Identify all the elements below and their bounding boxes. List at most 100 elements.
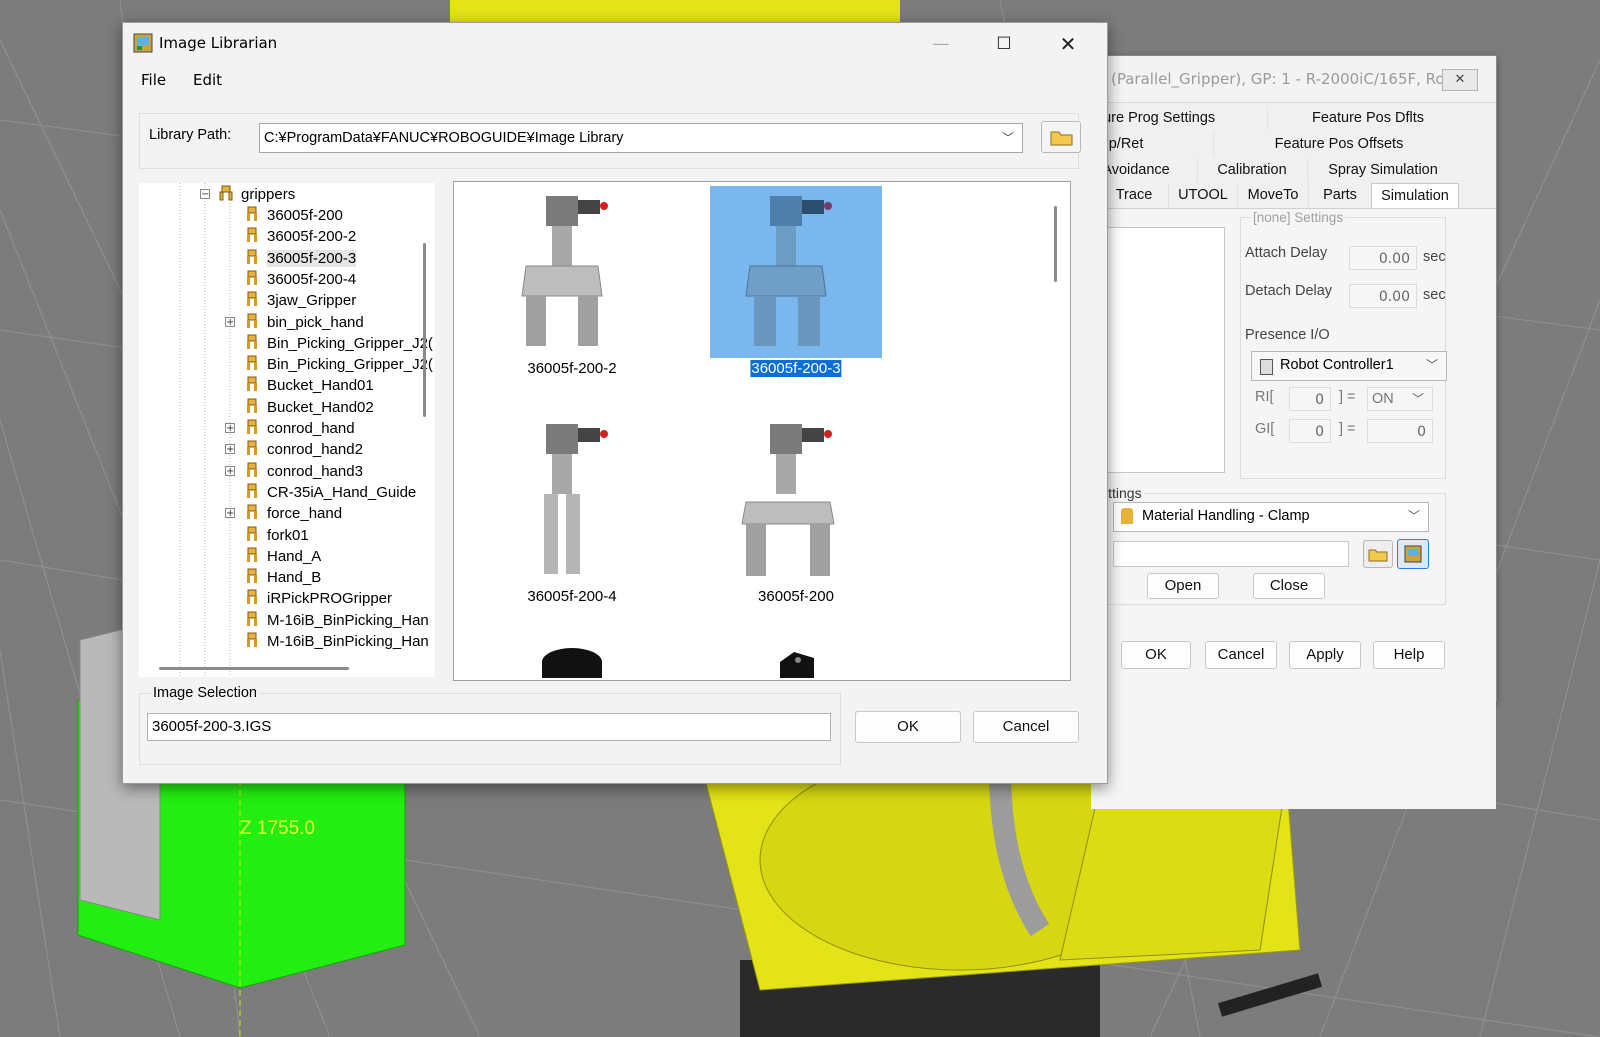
thumbnail-36005f-200-4[interactable] <box>486 414 658 586</box>
tab-simulation[interactable]: Simulation <box>1371 183 1459 208</box>
thumbnail-next-row-1[interactable] <box>486 642 658 680</box>
thumbnail-next-row-2[interactable] <box>710 642 882 680</box>
ri-index-field[interactable]: 0 <box>1289 387 1331 411</box>
tree-vscroll[interactable] <box>423 243 426 417</box>
props-title-bar[interactable]: (Parallel_Gripper), GP: 1 - R-2000iC/165… <box>1091 56 1496 103</box>
gripper-icon <box>243 588 261 606</box>
librarian-title-bar[interactable]: Image Librarian — ☐ ✕ <box>123 23 1107 65</box>
tool-properties-dialog: (Parallel_Gripper), GP: 1 - R-2000iC/165… <box>1081 55 1497 809</box>
thumbnail-36005f-200-2[interactable] <box>486 186 658 358</box>
browse-folder-button[interactable] <box>1041 121 1081 153</box>
function-select[interactable]: Material Handling - Clamp ﹀ <box>1113 502 1429 532</box>
cancel-button[interactable]: Cancel <box>973 711 1079 743</box>
tree-item[interactable]: bin_pick_hand <box>243 312 364 332</box>
tree-item[interactable]: Bucket_Hand02 <box>243 397 374 417</box>
detach-delay-field[interactable]: 0.00 <box>1349 284 1417 308</box>
expand-icon[interactable]: + <box>225 316 235 327</box>
open-button[interactable]: Open <box>1147 573 1219 599</box>
thumbnail-label[interactable]: 36005f-200-4 <box>527 588 616 605</box>
tab-feature-pos-offsets[interactable]: Feature Pos Offsets <box>1213 132 1464 156</box>
gi-index-field[interactable]: 0 <box>1289 419 1331 443</box>
ri-equals: ] = <box>1339 389 1356 405</box>
thumbnail-label-selected[interactable]: 36005f-200-3 <box>749 359 843 378</box>
tree-item[interactable]: Hand_A <box>243 546 321 566</box>
ok-button[interactable]: OK <box>855 711 961 743</box>
tree-item[interactable]: Bin_Picking_Gripper_J2( <box>243 354 433 374</box>
close-button[interactable]: Close <box>1253 573 1325 599</box>
tree-item[interactable]: M-16iB_BinPicking_Han <box>243 631 429 651</box>
tab-feature-pos-dflts[interactable]: Feature Pos Dflts <box>1267 106 1468 130</box>
gripper-icon <box>243 482 261 500</box>
tree-item[interactable]: Bucket_Hand01 <box>243 375 374 395</box>
tree-root-grippers[interactable]: grippers <box>217 184 295 204</box>
tree-item[interactable]: iRPickPROGripper <box>243 588 392 608</box>
tree-item-label: M-16iB_BinPicking_Han <box>267 633 429 650</box>
cancel-button[interactable]: Cancel <box>1205 641 1277 669</box>
expand-icon[interactable]: + <box>225 465 235 476</box>
presence-controller-select[interactable]: Robot Controller1 ﹀ <box>1251 351 1447 381</box>
gripper-icon <box>243 375 261 393</box>
minimize-icon[interactable]: — <box>918 29 964 59</box>
gallery-vscroll[interactable] <box>1054 206 1057 282</box>
tree-item[interactable]: fork01 <box>243 525 309 545</box>
expand-icon[interactable]: + <box>225 508 235 519</box>
close-icon[interactable]: ✕ <box>1442 69 1478 91</box>
gi-value-field[interactable]: 0 <box>1367 419 1433 443</box>
tab-row-2: App/Ret Feature Pos Offsets <box>1091 132 1496 156</box>
ok-button[interactable]: OK <box>1121 641 1191 669</box>
ri-value-select[interactable]: ON ﹀ <box>1367 387 1433 411</box>
thumbnail-36005f-200-3[interactable] <box>710 186 882 358</box>
tab-calibration[interactable]: Calibration <box>1197 158 1306 182</box>
expand-icon[interactable]: + <box>225 444 235 455</box>
help-button[interactable]: Help <box>1373 641 1445 669</box>
apply-button[interactable]: Apply <box>1289 641 1361 669</box>
tab-utool[interactable]: UTOOL <box>1168 183 1237 207</box>
tree-item[interactable]: 36005f-200-2 <box>243 226 356 246</box>
expand-icon[interactable]: + <box>225 423 235 434</box>
tree-item[interactable]: M-16iB_BinPicking_Han <box>243 610 429 630</box>
tree-item[interactable]: conrod_hand2 <box>243 439 363 459</box>
close-icon[interactable]: ✕ <box>1045 29 1091 59</box>
tree-hscroll[interactable] <box>159 667 349 670</box>
browse-folder-button[interactable] <box>1363 540 1393 568</box>
tree-item-label: Bucket_Hand02 <box>267 398 374 416</box>
tree-item[interactable]: CR-35iA_Hand_Guide <box>243 482 416 502</box>
thumbnail-label[interactable]: 36005f-200-2 <box>527 360 616 377</box>
gripper-icon <box>243 461 261 479</box>
image-library-button[interactable] <box>1397 539 1429 569</box>
tree-item[interactable]: Bin_Picking_Gripper_J2( <box>243 333 433 353</box>
gripper-icon <box>243 610 261 628</box>
library-path-select[interactable]: C:¥ProgramData¥FANUC¥ROBOGUIDE¥Image Lib… <box>259 123 1023 153</box>
tree-item[interactable]: force_hand <box>243 503 342 523</box>
tree-root-label: grippers <box>241 186 296 203</box>
tab-spray-simulation[interactable]: Spray Simulation <box>1307 158 1458 182</box>
thumbnail-36005f-200[interactable] <box>710 414 882 586</box>
gripper-icon <box>243 439 261 457</box>
cad-file-field[interactable] <box>1113 541 1349 567</box>
tree-item[interactable]: 36005f-200-4 <box>243 269 356 289</box>
thumbnail-label[interactable]: 36005f-200 <box>758 588 834 605</box>
tab-trace[interactable]: Trace <box>1099 183 1168 207</box>
attach-delay-field[interactable]: 0.00 <box>1349 246 1417 270</box>
collapse-icon[interactable]: − <box>200 189 210 200</box>
tree-item[interactable]: conrod_hand <box>243 418 355 438</box>
tree-item-label: iRPickPROGripper <box>267 590 393 608</box>
library-tree[interactable]: − grippers 36005f-200 36005f-200-2 36005f-… <box>139 183 435 677</box>
menu-file[interactable]: File <box>141 71 166 89</box>
tab-parts[interactable]: Parts <box>1308 183 1371 207</box>
image-library-icon <box>1404 545 1422 563</box>
tab-feature-prog-settings[interactable]: ature Prog Settings <box>1091 106 1266 130</box>
gripper-icon <box>243 333 261 351</box>
gripper-icon <box>243 525 261 543</box>
image-gallery[interactable]: 36005f-200-2 36005f-200-3 36005f-200-4 3… <box>453 181 1071 681</box>
tab-app-ret[interactable]: App/Ret <box>1091 132 1211 156</box>
tree-item[interactable]: conrod_hand3 <box>243 461 363 481</box>
tab-moveto[interactable]: MoveTo <box>1237 183 1308 207</box>
tree-item[interactable]: 3jaw_Gripper <box>243 290 356 310</box>
image-selection-field[interactable]: 36005f-200-3.IGS <box>147 713 831 741</box>
menu-edit[interactable]: Edit <box>193 71 222 89</box>
maximize-icon[interactable]: ☐ <box>981 29 1027 59</box>
tree-item[interactable]: Hand_B <box>243 567 321 587</box>
tree-item[interactable]: 36005f-200-3 <box>243 248 357 268</box>
tree-item[interactable]: 36005f-200 <box>243 205 343 225</box>
